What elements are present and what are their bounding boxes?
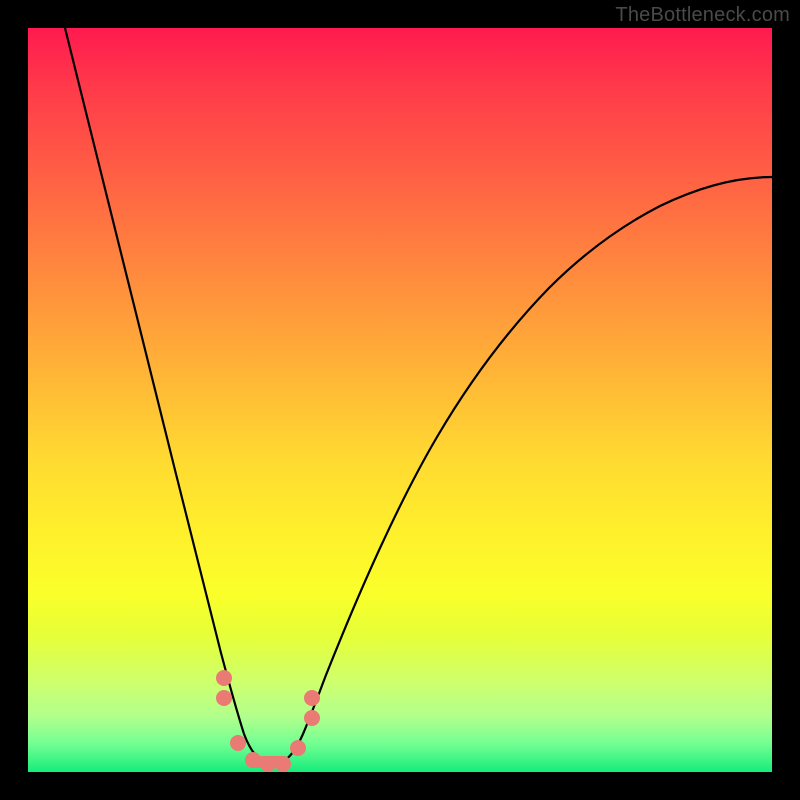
marker-bar: [246, 756, 290, 768]
marker-dot: [304, 710, 320, 726]
curve-layer: [28, 28, 772, 772]
marker-dot: [304, 690, 320, 706]
chart-frame: TheBottleneck.com: [0, 0, 800, 800]
marker-dot: [216, 670, 232, 686]
watermark-text: TheBottleneck.com: [615, 4, 790, 27]
marker-dot: [216, 690, 232, 706]
marker-dot: [290, 740, 306, 756]
bottleneck-curve: [65, 28, 772, 764]
marker-group: [216, 670, 320, 772]
marker-dot: [230, 735, 246, 751]
plot-area: [28, 28, 772, 772]
